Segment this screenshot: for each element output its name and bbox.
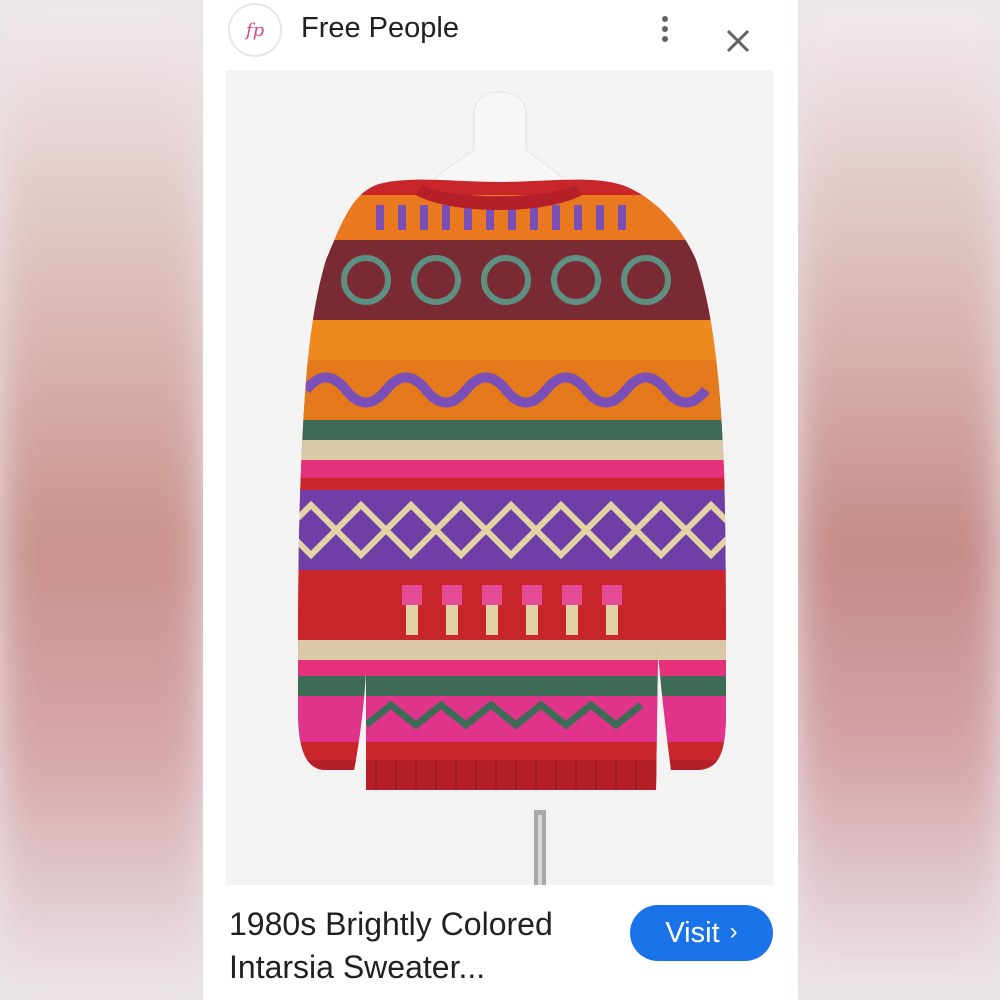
background-blur-right [797, 0, 1000, 1000]
close-button[interactable] [723, 26, 753, 56]
chevron-right-icon: › [729, 918, 738, 945]
product-card: fp Free People 1980s Brightly Colored In… [203, 0, 798, 1000]
brand-logo[interactable]: fp [228, 3, 282, 57]
visit-label: Visit [665, 916, 720, 949]
visit-button[interactable]: Visit › [630, 905, 773, 961]
close-icon [726, 29, 750, 53]
more-options-button[interactable] [653, 12, 677, 46]
background-blur-left [0, 0, 203, 1000]
product-title[interactable]: 1980s Brightly Colored Intarsia Sweater.… [229, 903, 619, 989]
sweater-photo [298, 91, 726, 885]
product-image[interactable] [226, 70, 773, 885]
brand-logo-text: fp [245, 19, 265, 41]
more-vert-icon [662, 16, 668, 22]
brand-name[interactable]: Free People [301, 12, 459, 45]
card-header: fp Free People [203, 0, 798, 70]
